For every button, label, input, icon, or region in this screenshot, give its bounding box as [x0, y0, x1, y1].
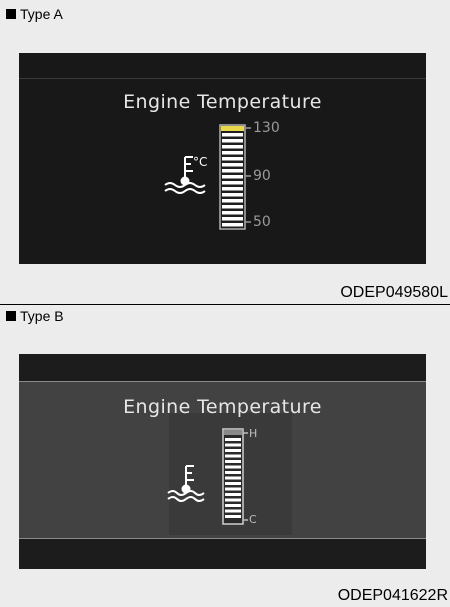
type-a-display: Engine Temperature °C 130 90 50 [19, 53, 426, 264]
type-b-gauge [167, 428, 248, 525]
type-b-label: Type B [20, 308, 64, 324]
tick-h: H [249, 427, 258, 440]
tick-c: C [249, 513, 257, 526]
tick-130: 130 [253, 120, 280, 136]
type-a-heading: Type A [6, 6, 63, 22]
gauge-top-segment [224, 430, 242, 435]
tick-90: 90 [253, 168, 271, 184]
unit-celsius: °C [193, 155, 207, 169]
gauge-segments [225, 438, 241, 518]
gauge-highlight-segment [221, 126, 244, 131]
section-divider [0, 304, 450, 305]
bullet-square-icon [6, 9, 16, 19]
coolant-temperature-icon [167, 465, 205, 502]
type-a-gauge: °C [164, 124, 251, 230]
type-b-heading: Type B [6, 308, 64, 324]
type-b-display: Engine Temperature H C [19, 354, 426, 569]
temperature-bar-gauge [219, 124, 251, 230]
type-a-label: Type A [20, 6, 63, 22]
type-a-code: ODEP049580L [340, 284, 448, 301]
temperature-bar-gauge [222, 428, 248, 525]
tick-50: 50 [253, 214, 271, 230]
type-b-code: ODEP041622R [337, 587, 448, 604]
bullet-square-icon [6, 311, 16, 321]
